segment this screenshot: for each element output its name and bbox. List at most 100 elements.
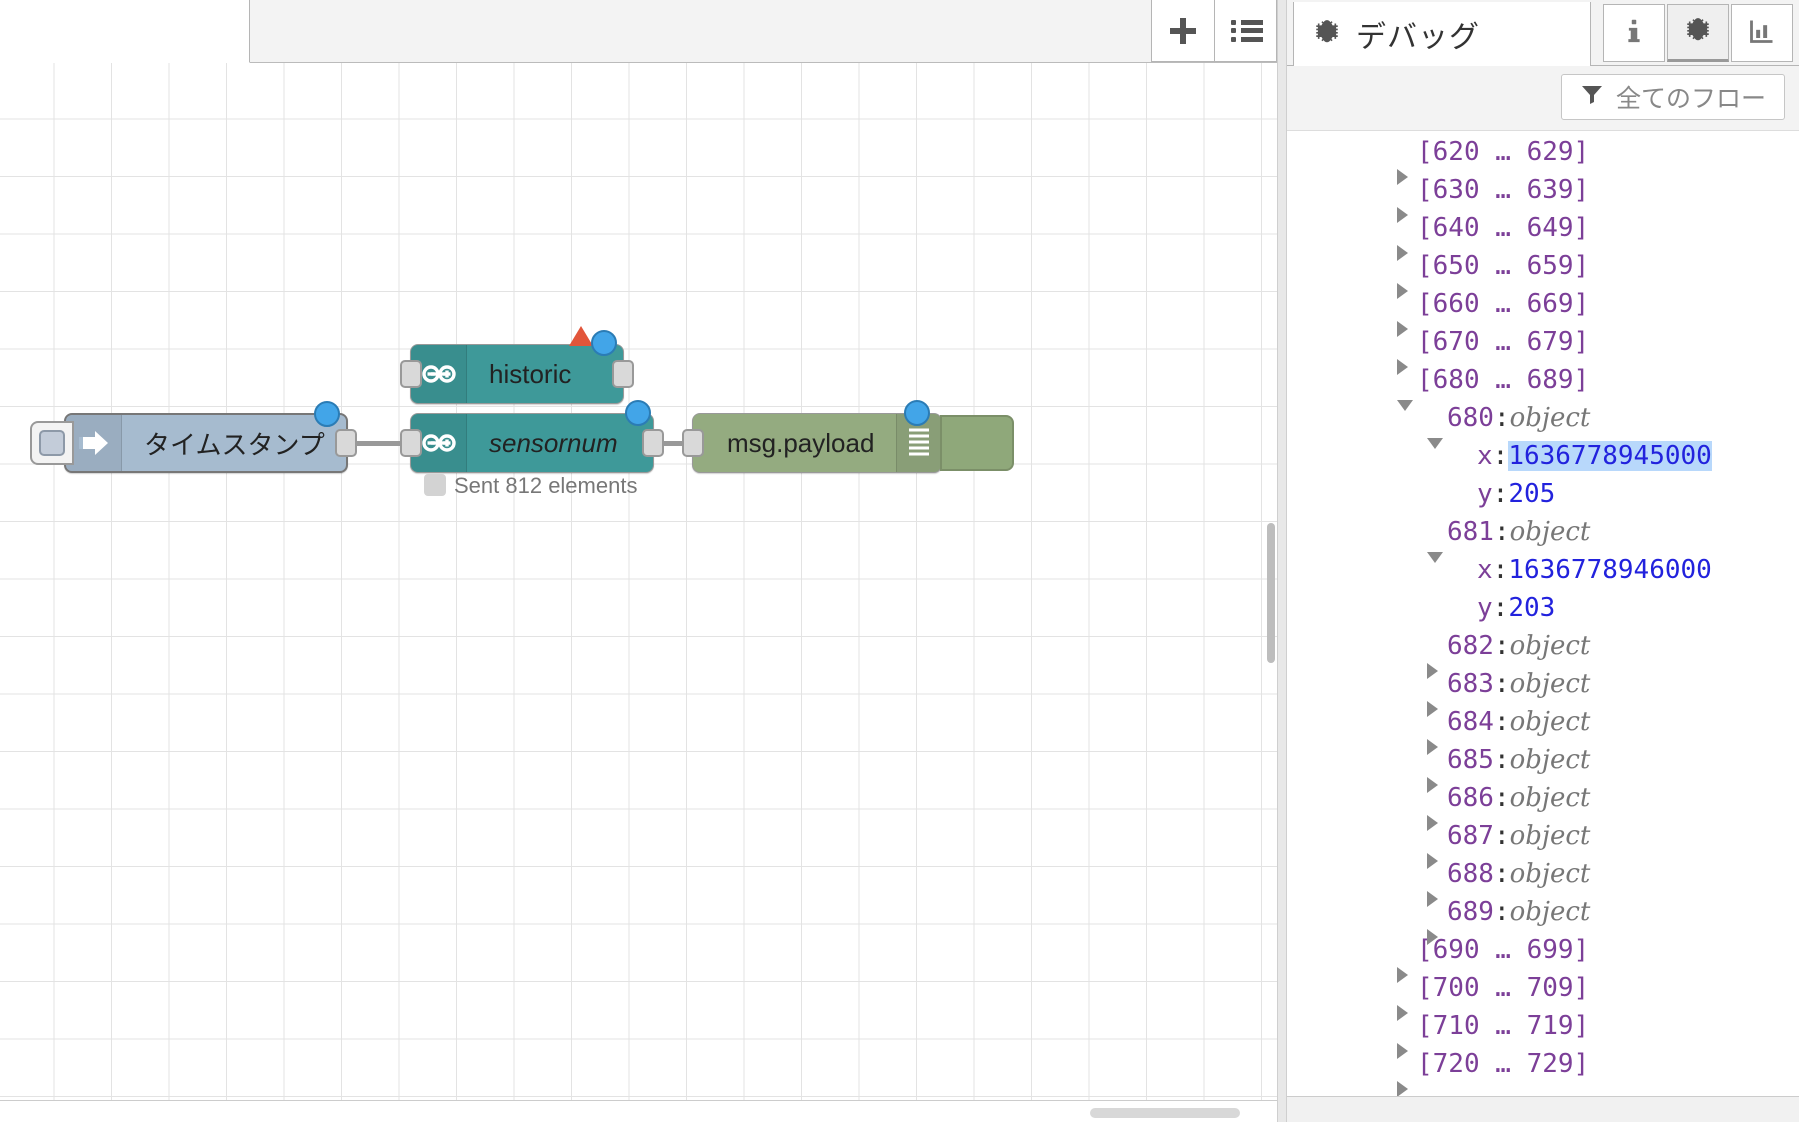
canvas-scroll-area [0, 1100, 1277, 1122]
debug-colon: : [1493, 859, 1510, 889]
debug-tree-row[interactable]: x: 1636778946000 [1287, 555, 1799, 593]
node-red-window: タイムスタンプ historic sensornum Sent 812 elem… [0, 0, 1800, 1122]
historic-warning-icon [569, 326, 593, 346]
sidebar-tab-debug-button[interactable] [1667, 4, 1729, 62]
flow-editor: タイムスタンプ historic sensornum Sent 812 elem… [0, 0, 1277, 1122]
bug-icon [1312, 17, 1342, 52]
debug-tree-row[interactable]: x: 1636778945000 [1287, 441, 1799, 479]
panel-separator[interactable] [1277, 0, 1287, 1122]
inject-trigger-button[interactable] [30, 421, 74, 465]
historic-input-port[interactable] [400, 360, 422, 388]
flow-canvas[interactable]: タイムスタンプ historic sensornum Sent 812 elem… [0, 63, 1277, 1122]
inject-output-port[interactable] [335, 429, 357, 457]
historic-node[interactable]: historic [400, 326, 634, 404]
canvas-horizontal-scrollbar[interactable] [1090, 1108, 1240, 1118]
debug-tree-row[interactable]: y: 205 [1287, 479, 1799, 517]
debug-message-panel[interactable]: [620 … 629] [630 … 639] [640 … 649] [650 … … [1287, 131, 1799, 1122]
list-flows-button[interactable] [1214, 0, 1277, 62]
debug-json-tree: [620 … 629] [630 … 639] [640 … 649] [650 … … [1287, 131, 1799, 1097]
debug-colon: : [1492, 479, 1509, 509]
debug-array-index: 682 [1447, 631, 1494, 661]
debug-tree-row[interactable]: 687: object [1287, 821, 1799, 869]
bug-icon [1683, 15, 1713, 50]
debug-property-key: y [1477, 593, 1493, 623]
sidebar-bottom-bar [1287, 1096, 1799, 1122]
debug-tree-row[interactable]: [690 … 699] [1287, 935, 1799, 983]
historic-output-port[interactable] [612, 360, 634, 388]
debug-selection-dot[interactable] [904, 400, 930, 426]
sensornum-node[interactable]: sensornum [400, 400, 664, 473]
debug-tree-row[interactable]: [710 … 719] [1287, 1011, 1799, 1059]
debug-property-key: y [1477, 479, 1493, 509]
inject-node-label: タイムスタンプ [144, 429, 325, 460]
add-flow-button[interactable] [1151, 0, 1214, 62]
debug-array-range-label: [720 … 729] [1417, 1049, 1590, 1079]
debug-tree-row[interactable]: [620 … 629] [1287, 137, 1799, 185]
debug-tree-row[interactable]: 682: object [1287, 631, 1799, 679]
sidebar-filter-bar: 全てのフロー [1287, 66, 1799, 131]
debug-array-index: 685 [1447, 745, 1494, 775]
flow-tab-active[interactable] [0, 0, 250, 63]
sensornum-node-label: sensornum [489, 427, 618, 458]
sensornum-output-port[interactable] [642, 429, 664, 457]
debug-value-type: object [1509, 631, 1591, 661]
debug-property-value[interactable]: 205 [1508, 479, 1555, 509]
debug-tree-row[interactable]: [660 … 669] [1287, 289, 1799, 337]
debug-tree-row[interactable]: [700 … 709] [1287, 973, 1799, 1021]
inject-selection-dot[interactable] [314, 401, 340, 427]
debug-property-value[interactable]: 1636778945000 [1508, 441, 1712, 471]
debug-value-type: object [1509, 403, 1591, 433]
debug-array-range-label: [680 … 689] [1417, 365, 1590, 395]
debug-tree-row[interactable]: [640 … 649] [1287, 213, 1799, 261]
debug-node-label: msg.payload [727, 427, 875, 458]
debug-tree-row[interactable]: [630 … 639] [1287, 175, 1799, 223]
debug-colon: : [1493, 897, 1510, 927]
debug-tree-row[interactable]: [670 … 679] [1287, 327, 1799, 375]
funnel-icon [1580, 82, 1604, 113]
debug-property-key: x [1477, 441, 1493, 471]
debug-value-type: object [1509, 897, 1591, 927]
flow-filter-button[interactable]: 全てのフロー [1560, 74, 1785, 120]
debug-tree-row[interactable]: 688: object [1287, 859, 1799, 907]
debug-array-range-label: [690 … 699] [1417, 935, 1590, 965]
debug-tree-row[interactable]: 684: object [1287, 707, 1799, 755]
debug-array-range-label: [660 … 669] [1417, 289, 1590, 319]
msg-payload-debug-node[interactable]: msg.payload [682, 400, 942, 473]
sensornum-selection-dot[interactable] [625, 400, 651, 426]
debug-property-value[interactable]: 203 [1508, 593, 1555, 623]
sensornum-status-dot [424, 474, 446, 496]
inject-button-square-icon [39, 430, 65, 456]
debug-array-index: 689 [1447, 897, 1494, 927]
plus-icon [1170, 17, 1196, 44]
debug-tree-row[interactable]: 685: object [1287, 745, 1799, 793]
sidebar-tab-debug[interactable]: デバッグ [1293, 2, 1591, 67]
debug-tree-row[interactable]: 683: object [1287, 669, 1799, 717]
debug-colon: : [1493, 669, 1510, 699]
debug-tree-row[interactable]: 681: object [1287, 517, 1799, 563]
debug-property-value[interactable]: 1636778946000 [1508, 555, 1712, 585]
debug-value-type: object [1509, 669, 1591, 699]
canvas-vertical-scrollbar[interactable] [1267, 523, 1275, 663]
debug-tree-row[interactable]: 686: object [1287, 783, 1799, 831]
debug-tree-row[interactable]: [720 … 729] [1287, 1049, 1799, 1097]
info-icon [1621, 16, 1647, 51]
debug-tree-row[interactable]: [650 … 659] [1287, 251, 1799, 299]
debug-array-range-label: [630 … 639] [1417, 175, 1590, 205]
sidebar-tab-chart[interactable] [1731, 4, 1793, 62]
debug-input-port[interactable] [682, 429, 704, 457]
debug-tree-row[interactable]: y: 203 [1287, 593, 1799, 631]
sidebar-tab-info[interactable] [1603, 4, 1665, 62]
debug-array-range-label: [710 … 719] [1417, 1011, 1590, 1041]
debug-array-range-label: [640 … 649] [1417, 213, 1590, 243]
debug-tree-row[interactable]: 689: object [1287, 897, 1799, 945]
debug-array-index: 684 [1447, 707, 1494, 737]
historic-selection-dot[interactable] [591, 330, 617, 356]
debug-tree-row[interactable]: [680 … 689] [1287, 365, 1799, 411]
debug-enable-toggle[interactable] [940, 415, 1014, 471]
sensornum-input-port[interactable] [400, 429, 422, 457]
flow-tab-bar [0, 0, 1277, 63]
debug-value-type: object [1509, 821, 1591, 851]
debug-value-type: object [1509, 517, 1591, 547]
debug-tree-row[interactable]: 680: object [1287, 403, 1799, 449]
timestamp-inject-node[interactable]: タイムスタンプ [30, 401, 357, 473]
